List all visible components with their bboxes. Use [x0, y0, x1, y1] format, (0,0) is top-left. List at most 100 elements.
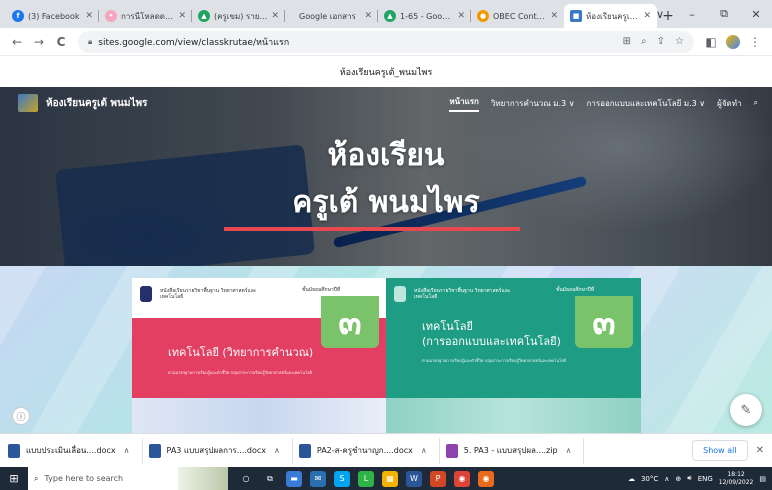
skype-icon[interactable]: S	[334, 470, 350, 487]
clock-time: 18:12	[727, 470, 745, 478]
download-filename: PA2-ส-ครูชำนาญก....docx	[316, 446, 413, 455]
nav-design-tech[interactable]: การออกแบบและเทคโนโลยี ม.3 ∨	[587, 97, 706, 110]
line-icon[interactable]: L	[358, 470, 374, 487]
profile-avatar[interactable]	[726, 34, 740, 49]
word-icon[interactable]: W	[406, 470, 422, 487]
word-file-icon	[8, 443, 20, 458]
share-icon[interactable]: ⇪	[657, 36, 665, 47]
reload-button[interactable]: C	[50, 35, 72, 49]
hero-title-line1: ห้องเรียน	[327, 138, 445, 173]
close-tab-icon[interactable]: ✕	[178, 11, 186, 21]
taskbar-apps: ○ ⧉ ▬ ✉ S L ▦ W P ◉ ◉	[238, 470, 494, 487]
search-highlight-image	[178, 467, 228, 490]
windows-start-icon[interactable]: ⊞	[0, 472, 28, 485]
close-tab-icon[interactable]: ✕	[457, 11, 465, 21]
sidepanel-icon[interactable]: ◧	[700, 35, 722, 49]
close-window-button[interactable]: ✕	[740, 8, 772, 21]
chrome-icon[interactable]: ◉	[454, 470, 470, 487]
close-tab-icon[interactable]: ✕	[271, 11, 279, 21]
chevron-up-icon[interactable]: ∧	[274, 446, 280, 455]
site-logo[interactable]	[18, 94, 38, 112]
tab-search-icon[interactable]: ∨	[644, 8, 676, 21]
chevron-up-icon[interactable]: ∧	[124, 446, 130, 455]
search-icon[interactable]: ⌕	[754, 98, 758, 108]
tab-facebook[interactable]: f (3) Facebook ✕	[6, 4, 99, 28]
download-item[interactable]: 5. PA3 - แบบสรุปผล....zip ∧	[445, 437, 585, 464]
tab-obec[interactable]: ● OBEC Content C ✕	[471, 4, 564, 28]
minimize-button[interactable]: –	[676, 8, 708, 21]
forward-button[interactable]: →	[28, 35, 50, 49]
taskbar-search-placeholder: Type here to search	[44, 474, 124, 483]
tab-download[interactable]: • การนีโหลดดศิ รามะ ✕	[99, 4, 192, 28]
cover-series-text: หนังสือเรียนรายวิชาพื้นฐาน วิทยาศาสตร์แล…	[414, 288, 511, 300]
word-file-icon	[298, 443, 311, 458]
taskbar-search[interactable]: ⌕ Type here to search	[28, 467, 178, 490]
clock[interactable]: 18:12 12/09/2022	[719, 471, 754, 487]
book-cover-design[interactable]: หนังสือเรียนรายวิชาพื้นฐาน วิทยาศาสตร์แล…	[386, 278, 641, 433]
chevron-up-icon[interactable]: ∧	[421, 446, 427, 455]
bookmark-star-icon[interactable]: ☆	[675, 36, 684, 47]
hero-title-line2: ครูเต้ พนมไพร	[292, 185, 480, 220]
close-tab-icon[interactable]: ✕	[550, 11, 558, 21]
tab-title: OBEC Content C	[493, 11, 547, 21]
cover-illustration	[132, 398, 387, 433]
download-item[interactable]: PA2-ส-ครูชำนาญก....docx ∧	[298, 437, 440, 464]
language-indicator[interactable]: ENG	[698, 475, 713, 483]
tab-google-docs[interactable]: Google เอกสาร ✕	[285, 4, 378, 28]
download-filename: แบบประเมินเลื่อน....docx	[26, 446, 116, 455]
book-cover-computing[interactable]: หนังสือเรียนรายวิชาพื้นฐาน วิทยาศาสตร์แล…	[132, 278, 387, 433]
nav-home[interactable]: หน้าแรก	[449, 95, 479, 112]
site-icon: •	[105, 10, 117, 22]
show-all-button[interactable]: Show all	[692, 440, 748, 461]
site-logo-icon: ■	[570, 10, 582, 22]
cortana-icon[interactable]: ○	[238, 471, 254, 487]
chrome-canary-icon[interactable]: ◉	[478, 470, 494, 487]
tray-overflow-icon[interactable]: ∧	[664, 475, 669, 483]
tab-strip: f (3) Facebook ✕ • การนีโหลดดศิ รามะ ✕ ▲…	[0, 0, 772, 28]
tab-title: 1-65 - Google ได	[400, 11, 454, 21]
cover-grade-text: ชั้นมัธยมศึกษาปีที่	[302, 287, 341, 293]
menu-icon[interactable]: ⋮	[744, 35, 766, 49]
windows-taskbar: ⊞ ⌕ Type here to search ○ ⧉ ▬ ✉ S L ▦ W …	[0, 467, 772, 490]
url-text: sites.google.com/view/classkrutae/หน้าแร…	[98, 37, 290, 48]
word-file-icon	[148, 443, 161, 458]
omnibox-actions: ⊞ ⌕ ⇪ ☆	[623, 36, 684, 47]
weather-temp[interactable]: 30°C	[641, 475, 658, 483]
lock-icon[interactable]: 🔒︎	[88, 37, 92, 47]
nav-computing[interactable]: วิทยาการคำนวณ ม.3 ∨	[491, 97, 575, 110]
back-button[interactable]: ←	[6, 35, 28, 49]
info-icon[interactable]: ⓘ	[12, 407, 30, 425]
tab-title: การนีโหลดดศิ รามะ	[121, 11, 174, 21]
site-name[interactable]: ห้องเรียนครูเต้ พนมไพร	[46, 96, 147, 111]
zoom-icon[interactable]: ⌕	[641, 36, 647, 47]
nav-author[interactable]: ผู้จัดทำ	[717, 97, 741, 110]
search-icon: ⌕	[34, 473, 39, 483]
mail-icon[interactable]: ✉	[310, 470, 326, 487]
cover-subject-line1: เทคโนโลยี	[422, 320, 473, 333]
close-tab-icon[interactable]: ✕	[364, 11, 372, 21]
notification-icon[interactable]: ▤	[759, 475, 766, 483]
edit-pencil-icon[interactable]: ✎	[730, 394, 762, 426]
cover-number: ๓	[575, 296, 633, 348]
download-item[interactable]: แบบประเมินเลื่อน....docx ∧	[8, 437, 143, 464]
content-section: หนังสือเรียนรายวิชาพื้นฐาน วิทยาศาสตร์แล…	[0, 266, 772, 433]
nav-links: หน้าแรก วิทยาการคำนวณ ม.3 ∨ การออกแบบและ…	[449, 95, 758, 112]
restore-button[interactable]: ⧉	[708, 7, 740, 21]
store-icon[interactable]: ▦	[382, 470, 398, 487]
download-item[interactable]: PA3 แบบสรุปผลการ....docx ∧	[148, 437, 293, 464]
weather-icon[interactable]: ☁	[628, 475, 635, 483]
close-tab-icon[interactable]: ✕	[85, 11, 93, 21]
hero-banner: ห้องเรียนครูเต้ พนมไพร หน้าแรก วิทยาการค…	[0, 87, 772, 266]
explorer-icon[interactable]: ▬	[286, 470, 302, 487]
powerpoint-icon[interactable]: P	[430, 470, 446, 487]
cover-number: ๓	[321, 296, 379, 348]
volume-icon[interactable]: 🔊︎	[687, 474, 691, 483]
address-bar[interactable]: 🔒︎ sites.google.com/view/classkrutae/หน้…	[78, 30, 694, 53]
task-view-icon[interactable]: ⧉	[262, 471, 278, 487]
close-shelf-icon[interactable]: ✕	[756, 445, 764, 456]
tab-google-drive[interactable]: ▲ 1-65 - Google ได ✕	[378, 4, 471, 28]
translate-icon[interactable]: ⊞	[623, 36, 631, 47]
network-icon[interactable]: ⊕	[675, 475, 681, 483]
chevron-up-icon[interactable]: ∧	[566, 446, 572, 455]
tab-report[interactable]: ▲ (ครูเขม) รายงานผ ✕	[192, 4, 285, 28]
